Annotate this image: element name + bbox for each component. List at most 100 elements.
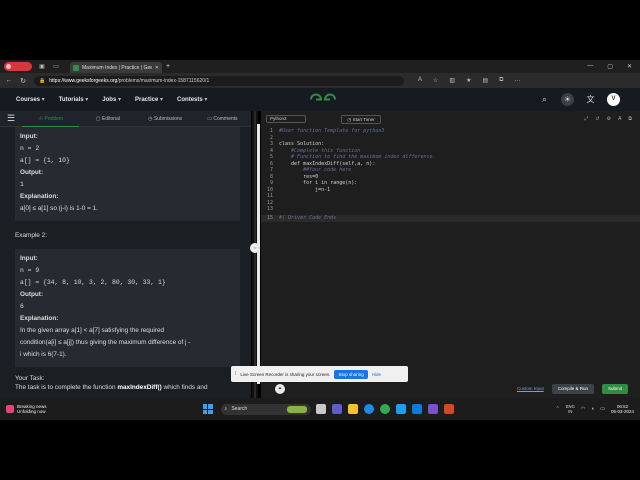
compile-run-button[interactable]: Compile & Run: [551, 383, 594, 394]
code-text: class Solution:: [279, 141, 325, 147]
custom-input-link[interactable]: Custom Input: [517, 386, 544, 391]
news-text: Breaking news Unfolding now: [17, 404, 47, 415]
line-number: 13: [266, 206, 273, 212]
code-text: ##Your code here: [279, 167, 352, 173]
taskbar-search[interactable]: ⌕ Search: [220, 403, 311, 415]
more-icon[interactable]: …: [514, 77, 520, 84]
code-text: def maxIndexDiff(self,a, n):: [279, 160, 376, 167]
hide-button[interactable]: Hide: [372, 372, 381, 377]
volume-icon[interactable]: ◖: [591, 406, 594, 412]
share-message: Live Screen Recorder is sharing your scr…: [240, 371, 331, 377]
font-size-icon[interactable]: A: [618, 116, 621, 122]
search-icon: ⌕: [224, 406, 228, 412]
back-icon[interactable]: ←: [4, 77, 14, 84]
hamburger-icon[interactable]: ☰: [0, 113, 22, 124]
split-screen-icon[interactable]: ▥: [449, 77, 455, 84]
battery-icon[interactable]: ▭: [600, 406, 605, 412]
favorites-icon[interactable]: ★: [466, 77, 471, 84]
search-icon[interactable]: ⌕: [538, 93, 551, 106]
clock[interactable]: 06:52 05-03-2024: [611, 404, 634, 415]
url-path: /problems/maximum-index-1587115620/1: [117, 77, 210, 84]
tab-editorial-label: Editorial: [101, 115, 120, 122]
tab-comments[interactable]: ▭ Comments: [194, 111, 251, 127]
news-widget[interactable]: Breaking news Unfolding now: [6, 404, 47, 415]
close-tab-icon[interactable]: ✕: [155, 65, 159, 71]
start-timer-button[interactable]: ◷ Start Timer: [341, 114, 381, 124]
wifi-icon[interactable]: ◠: [581, 406, 585, 412]
stop-sharing-button[interactable]: Stop sharing: [334, 369, 368, 379]
news-icon: [6, 405, 14, 413]
code-text: #User function Template for python3: [279, 128, 385, 134]
extensions-icon[interactable]: ⧉: [499, 77, 503, 84]
store-icon[interactable]: [411, 404, 422, 414]
menu-contests[interactable]: Contests: [177, 96, 207, 103]
task-function: maxIndexDiff(): [117, 384, 162, 391]
app-icon[interactable]: [427, 404, 438, 414]
collections-icon[interactable]: ▤: [482, 77, 488, 84]
edge-icon[interactable]: [363, 404, 374, 414]
example-1-output: 1: [20, 181, 24, 188]
language-select[interactable]: Python3: [266, 115, 306, 123]
refresh-icon[interactable]: ↻: [18, 77, 28, 85]
reset-icon[interactable]: ↺: [595, 116, 599, 122]
drag-grip-icon[interactable]: ⁞: [235, 371, 236, 377]
code-editor-panel: Python3 ◷ Start Timer ⤢ ↺ ⚙ A ⧉ 1 #User f…: [261, 111, 640, 398]
assistant-icon[interactable]: ✦: [275, 383, 285, 394]
problem-panel: ☰ ‹/› Problem ▢ Editorial ◷ Submissions …: [0, 111, 251, 398]
file-explorer-icon[interactable]: [347, 404, 358, 414]
favorite-star-icon[interactable]: ☆: [433, 77, 438, 84]
example-2-array: a[] = {34, 8, 10, 3, 2, 80, 30, 33, 1}: [20, 279, 166, 286]
gfg-logo[interactable]: [308, 93, 338, 109]
translate-icon[interactable]: 文: [584, 93, 597, 106]
teams-icon[interactable]: [331, 404, 342, 414]
close-window-button[interactable]: ✕: [627, 63, 632, 70]
example-1-box: Input: n = 2 a[] = {1, 10} Output: 1 Exp…: [15, 127, 240, 221]
theme-toggle-icon[interactable]: ☀: [561, 93, 574, 106]
code-area[interactable]: 1 #User function Template for python3 2 3 cl…: [261, 127, 640, 371]
vscode-icon[interactable]: [395, 404, 406, 414]
language-line-2: IN: [568, 409, 573, 414]
task-text: The task is to complete the function max…: [15, 382, 236, 394]
profile-icon: [6, 64, 11, 69]
menu-jobs[interactable]: Jobs: [102, 96, 121, 103]
profile-button[interactable]: [4, 62, 32, 71]
example-2-n: n = 9: [20, 267, 40, 274]
tab-submissions[interactable]: ◷ Submissions: [137, 111, 194, 127]
tab-editorial[interactable]: ▢ Editorial: [79, 111, 136, 127]
tab-problem[interactable]: ‹/› Problem: [22, 111, 80, 127]
language-indicator[interactable]: ENG IN: [566, 404, 575, 414]
code-line[interactable]: 15 #{ Driver Code Ends: [261, 215, 640, 222]
tab-title: Maximum Index | Practice | Geek: [82, 64, 152, 71]
read-aloud-icon[interactable]: A: [418, 77, 422, 84]
problem-scrollbar[interactable]: [257, 124, 260, 384]
settings-icon[interactable]: ⚙: [607, 116, 611, 122]
maximize-button[interactable]: ▢: [607, 63, 613, 70]
windows-start-icon[interactable]: [202, 404, 213, 414]
office-icon[interactable]: [443, 404, 454, 414]
tab-actions-icon[interactable]: ▭: [52, 63, 60, 71]
submit-button[interactable]: Submit: [601, 383, 628, 394]
code-text: #Complete this function: [279, 147, 361, 154]
system-tray: ⌃ ENG IN ◠ ◖ ▭ 06:52 05-03-2024: [556, 404, 634, 415]
new-tab-button[interactable]: +: [166, 63, 170, 70]
task-prefix: The task is to complete the function: [15, 384, 118, 391]
start-timer-label: Start Timer: [352, 116, 375, 122]
url-field[interactable]: 🔒 https://www.geeksforgeeks.org/problems…: [34, 75, 404, 86]
menu-tutorials[interactable]: Tutorials: [59, 96, 89, 103]
avatar[interactable]: V: [607, 93, 620, 106]
code-line[interactable]: 13: [261, 206, 640, 213]
tray-overflow-icon[interactable]: ⌃: [556, 406, 560, 412]
code-text: res=0: [279, 173, 319, 180]
workspaces-icon[interactable]: ▣: [38, 63, 46, 71]
menu-practice[interactable]: Practice: [135, 96, 163, 103]
minimize-button[interactable]: —: [587, 63, 593, 70]
fullscreen-icon[interactable]: ⤢: [584, 116, 588, 122]
menu-courses[interactable]: Courses: [16, 96, 45, 103]
task-view-icon[interactable]: [315, 404, 326, 414]
example-1-array: a[] = {1, 10}: [20, 157, 70, 164]
copy-icon[interactable]: ⧉: [628, 116, 632, 122]
browser-tab-active[interactable]: Maximum Index | Practice | Geek ✕: [70, 62, 162, 73]
url-text: https://www.geeksforgeeks.org/problems/m…: [49, 78, 209, 84]
chrome-icon[interactable]: [379, 404, 390, 414]
example-2-output: 6: [20, 303, 24, 310]
